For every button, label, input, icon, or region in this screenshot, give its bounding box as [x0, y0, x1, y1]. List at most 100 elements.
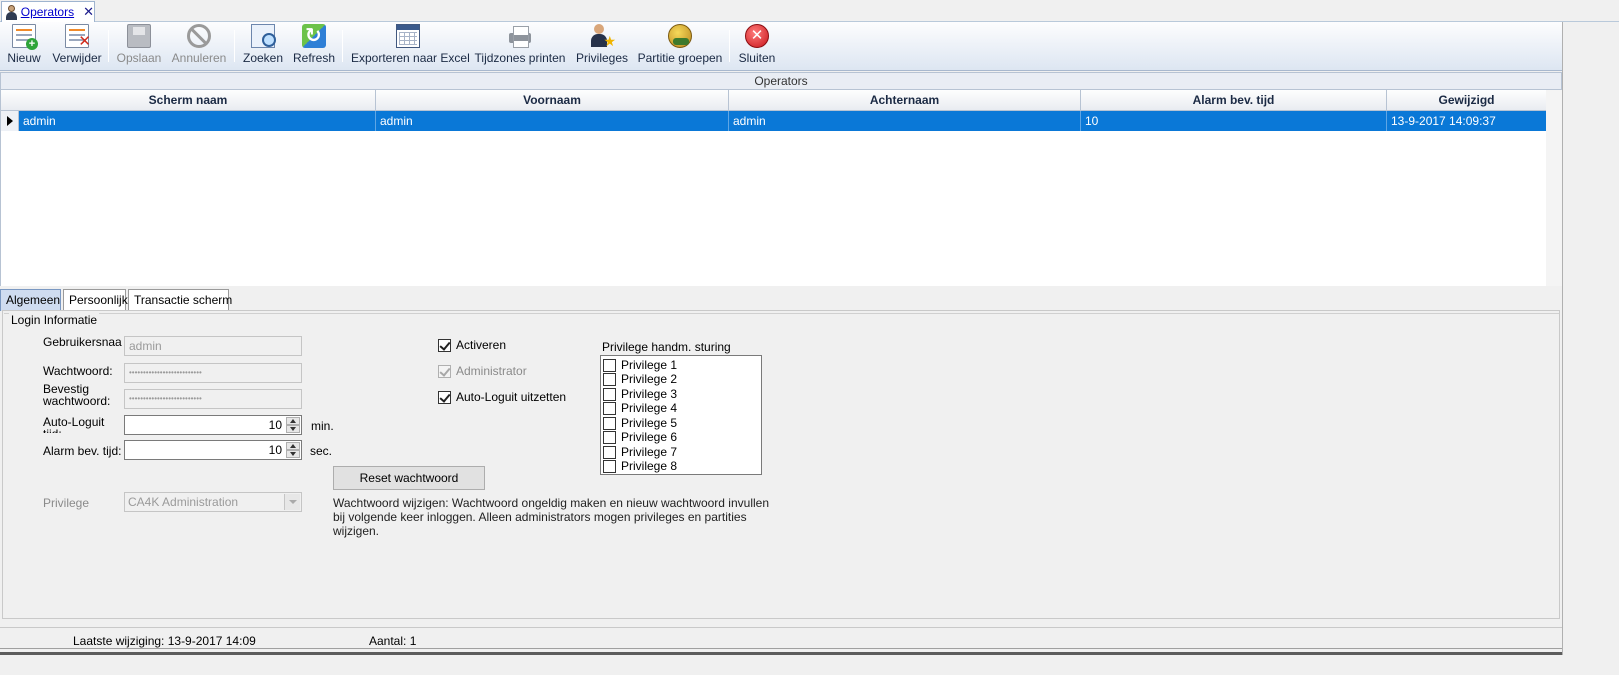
list-item[interactable]: Privilege 3 [603, 387, 677, 401]
checkbox-icon[interactable] [603, 445, 616, 459]
column-header-gewijzigd[interactable]: Gewijzigd [1387, 90, 1547, 111]
spin-down-icon[interactable] [286, 450, 300, 458]
checkbox-icon[interactable] [603, 358, 616, 372]
tab-transactie-scherm[interactable]: Transactie scherm [128, 289, 232, 310]
cancel-icon [187, 24, 211, 48]
list-item[interactable]: Privilege 2 [603, 372, 677, 386]
sluiten-button[interactable]: ✕ Sluiten [737, 24, 777, 70]
document-tab-label[interactable]: Operators [21, 5, 74, 19]
checkbox-icon[interactable] [603, 372, 616, 386]
column-header-scherm-naam[interactable]: Scherm naam [1, 90, 376, 111]
column-header-alarm-bev-tijd[interactable]: Alarm bev. tijd [1081, 90, 1387, 111]
annuleren-button[interactable]: Annuleren [170, 24, 228, 70]
gebruikersnaam-label: Gebruikersnaa m: [43, 336, 122, 350]
seconds-unit: sec. [310, 444, 333, 458]
verwijder-label: Verwijder [52, 51, 102, 65]
auto-loguit-tijd-stepper[interactable]: 10 [124, 415, 302, 435]
chevron-down-icon[interactable] [284, 494, 300, 510]
alarm-bev-tijd-stepper[interactable]: 10 [124, 440, 302, 460]
spin-up-icon[interactable] [286, 442, 300, 450]
alarm-bev-tijd-value[interactable]: 10 [269, 441, 282, 459]
administrator-checkbox[interactable]: Administrator [438, 363, 527, 379]
gebruikersnaam-field[interactable]: admin [124, 336, 302, 356]
save-icon [127, 24, 151, 48]
privilege-item-label: Privilege 1 [621, 358, 678, 372]
list-item[interactable]: Privilege 1 [603, 358, 677, 372]
spin-down-icon[interactable] [286, 425, 300, 433]
close-tab-icon[interactable]: ✕ [83, 4, 94, 20]
privilege-item-label: Privilege 2 [621, 372, 678, 386]
opslaan-button[interactable]: Opslaan [116, 24, 162, 70]
exporteren-button[interactable]: Exporteren naar Excel [351, 24, 470, 70]
annuleren-label: Annuleren [171, 51, 227, 65]
checkbox-icon[interactable] [603, 401, 616, 415]
nieuw-button[interactable]: + Nieuw [6, 24, 42, 70]
refresh-label: Refresh [293, 51, 336, 65]
document-tabstrip [0, 0, 1619, 22]
cell-gewijzigd[interactable]: 13-9-2017 14:09:37 [1387, 111, 1547, 131]
checkbox-checked-icon[interactable] [438, 338, 451, 352]
tab-persoonlijk[interactable]: Persoonlijk [63, 289, 128, 310]
privilege-checklist[interactable]: Privilege 1 Privilege 2 Privilege 3 Priv… [600, 355, 762, 475]
cell-voornaam[interactable]: admin [376, 111, 729, 131]
spin-up-icon[interactable] [286, 417, 300, 425]
refresh-button[interactable]: Refresh [293, 23, 336, 70]
checkbox-icon[interactable] [603, 416, 616, 430]
bottom-border [0, 652, 1562, 655]
list-item[interactable]: Privilege 8 [603, 459, 677, 473]
partitie-groepen-button[interactable]: Partitie groepen [637, 24, 723, 70]
auto-loguit-uitzetten-checkbox[interactable]: Auto-Loguit uitzetten [438, 389, 566, 405]
column-header-achternaam[interactable]: Achternaam [729, 90, 1081, 111]
tab-algemeen[interactable]: Algemeen [0, 289, 61, 311]
column-header-voornaam[interactable]: Voornaam [376, 90, 729, 111]
list-item[interactable]: Privilege 4 [603, 401, 677, 415]
sluiten-label: Sluiten [738, 51, 776, 65]
checkbox-icon[interactable] [603, 459, 616, 473]
document-tab-operators[interactable]: Operators ✕ [1, 1, 95, 22]
privileges-label: Privileges [575, 51, 629, 65]
verwijder-button[interactable]: ✕ Verwijder [50, 24, 104, 70]
privilege-item-label: Privilege 5 [621, 416, 678, 430]
privilege-item-label: Privilege 4 [621, 401, 678, 415]
cell-achternaam[interactable]: admin [729, 111, 1081, 131]
toolbar-separator [342, 30, 343, 62]
zoeken-button[interactable]: Zoeken [242, 24, 284, 70]
delete-document-icon: ✕ [65, 24, 91, 49]
group-title: Login Informatie [9, 313, 100, 327]
new-document-icon: + [12, 24, 38, 50]
checkbox-icon[interactable] [603, 387, 616, 401]
bevestig-wachtwoord-field[interactable]: •••••••••••••••••••••••••• [124, 389, 302, 409]
privilege-item-label: Privilege 3 [621, 387, 678, 401]
toolbar-separator [108, 30, 109, 62]
list-item[interactable]: Privilege 5 [603, 416, 677, 430]
tijdzones-printen-button[interactable]: Tijdzones printen [474, 24, 566, 70]
auto-loguit-tijd-value[interactable]: 10 [269, 416, 282, 434]
reset-wachtwoord-button[interactable]: Reset wachtwoord [333, 466, 485, 490]
privilege-list-title: Privilege handm. sturing [602, 340, 731, 354]
list-item[interactable]: Privilege 6 [603, 430, 677, 444]
wachtwoord-label: Wachtwoord: [43, 364, 113, 378]
info-text: Wachtwoord wijzigen: Wachtwoord ongeldig… [333, 496, 770, 538]
user-star-icon: ★ [590, 24, 616, 48]
login-informatie-group [4, 313, 1559, 618]
list-item[interactable]: Privilege 7 [603, 445, 677, 459]
auto-loguit-uitzetten-label: Auto-Loguit uitzetten [456, 390, 567, 404]
checkbox-checked-icon[interactable] [438, 364, 451, 378]
checkbox-checked-icon[interactable] [438, 390, 451, 404]
privileges-button[interactable]: ★ Privileges [575, 24, 629, 70]
spreadsheet-icon [396, 24, 420, 48]
printer-icon [508, 24, 532, 48]
checkbox-icon[interactable] [603, 430, 616, 444]
privilege-select[interactable]: CA4K Administration [124, 492, 302, 512]
opslaan-label: Opslaan [116, 51, 162, 65]
cell-scherm-naam[interactable]: admin [19, 111, 376, 131]
table-row[interactable]: admin admin admin 10 13-9-2017 14:09:37 [1, 111, 1547, 131]
operators-grid[interactable]: Scherm naam Voornaam Achternaam Alarm be… [0, 90, 1562, 286]
wachtwoord-field[interactable]: •••••••••••••••••••••••••• [124, 363, 302, 383]
row-selector-arrow-icon[interactable] [1, 111, 19, 131]
toolbar-separator [234, 30, 235, 62]
activeren-checkbox[interactable]: Activeren [438, 337, 506, 353]
search-icon [251, 24, 276, 48]
cell-alarm-bev-tijd[interactable]: 10 [1081, 111, 1387, 131]
status-aantal: Aantal: 1 [369, 634, 417, 648]
